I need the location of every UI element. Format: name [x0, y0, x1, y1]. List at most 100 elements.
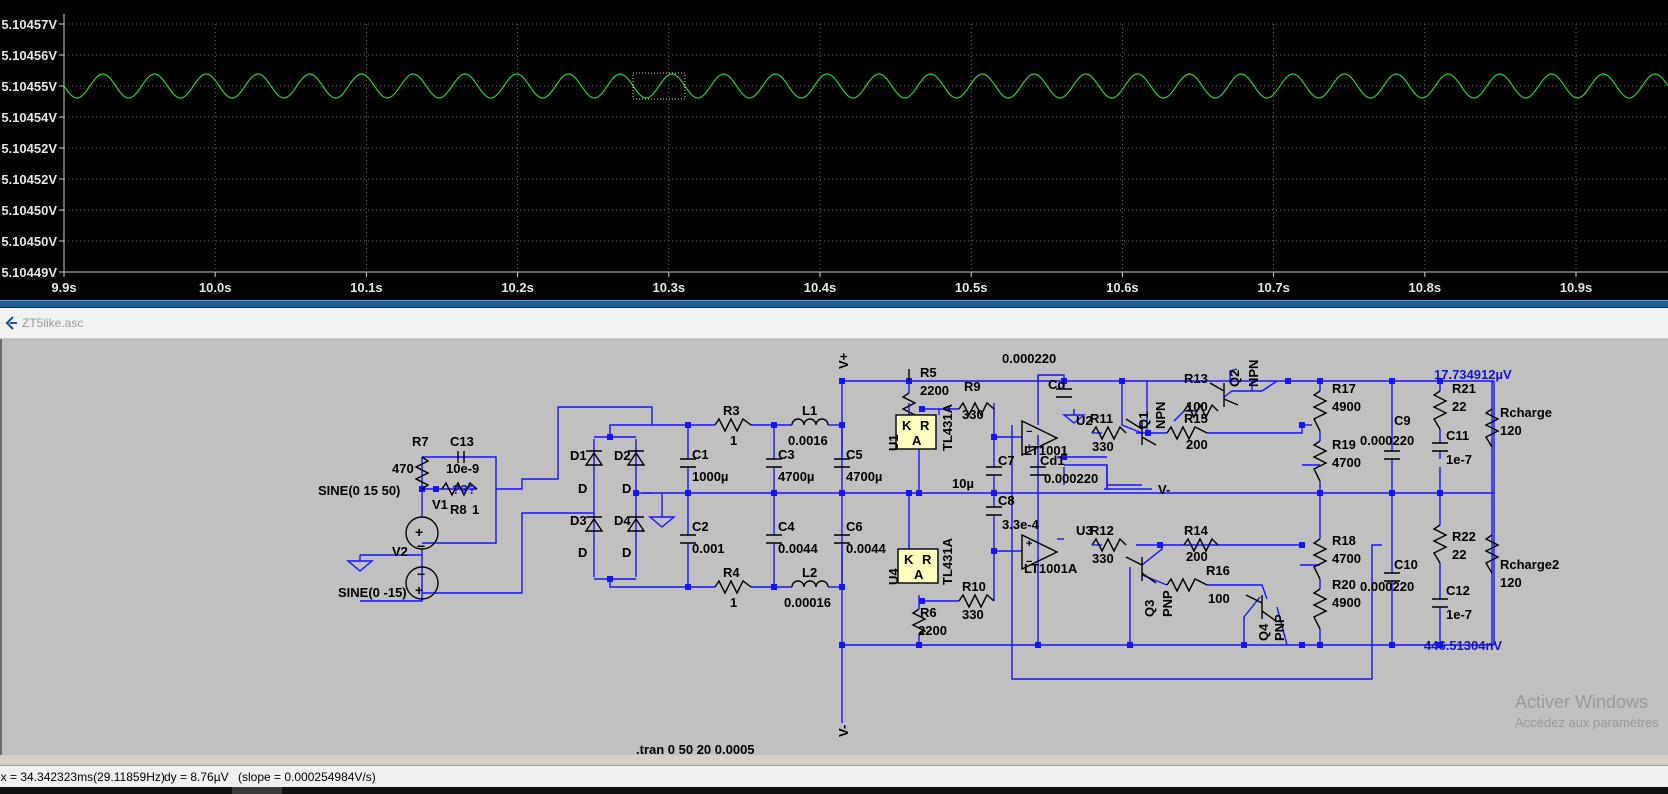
svg-text:R: R — [920, 418, 930, 433]
waveform-plot[interactable]: 5.10457V 5.10456V 5.10455V 5.10454V 5.10452V… — [0, 0, 1668, 300]
svg-text:0.001: 0.001 — [692, 541, 725, 556]
x-tick-label: 10.1s — [350, 280, 383, 295]
r20-resistor-symbol[interactable] — [1312, 588, 1328, 630]
svg-text:R4: R4 — [723, 565, 740, 580]
svg-text:K: K — [904, 552, 914, 567]
svg-text:1e-7: 1e-7 — [1446, 452, 1472, 467]
u1-tl431-block[interactable]: K R A — [895, 414, 937, 450]
svg-text:200: 200 — [1186, 549, 1208, 564]
l1-inductor-symbol[interactable] — [791, 418, 829, 426]
svg-text:120: 120 — [1500, 575, 1522, 590]
svg-text:10e-9: 10e-9 — [446, 461, 479, 476]
svg-text:330: 330 — [1092, 551, 1114, 566]
svg-text:R15: R15 — [1184, 411, 1208, 426]
r3-resistor-symbol[interactable] — [714, 417, 752, 433]
pane-splitter[interactable] — [0, 300, 1668, 308]
svg-text:0.0044: 0.0044 — [778, 541, 819, 556]
svg-text:U1: U1 — [886, 434, 901, 451]
r10-resistor-symbol[interactable] — [958, 593, 995, 609]
u4-tl431-block[interactable]: K R A — [897, 548, 939, 584]
svg-text:0.0016: 0.0016 — [788, 433, 828, 448]
schematic-canvas[interactable]: + − − + K R A K R A − + + − R7 470 C13 1… — [0, 339, 1668, 755]
svg-text:4700µ: 4700µ — [778, 469, 814, 484]
c9-capacitor-symbol[interactable] — [1384, 450, 1400, 460]
svg-text:R10: R10 — [962, 579, 986, 594]
c12-capacitor-symbol[interactable] — [1432, 598, 1448, 608]
svg-text:R18: R18 — [1332, 533, 1356, 548]
svg-text:C5: C5 — [846, 447, 863, 462]
svg-text:−: − — [417, 566, 425, 582]
svg-text:D4: D4 — [614, 513, 631, 528]
r18-resistor-symbol[interactable] — [1312, 538, 1328, 580]
svg-text:NPN: NPN — [1153, 402, 1168, 429]
svg-text:22: 22 — [1452, 399, 1466, 414]
svg-text:0.00016: 0.00016 — [784, 595, 831, 610]
svg-text:LT1001A: LT1001A — [1024, 561, 1078, 576]
status-slope: (slope = 0.000254984V/s) — [238, 770, 376, 784]
svg-text:1000µ: 1000µ — [692, 469, 728, 484]
probe-value-top: 17.734912µV — [1434, 367, 1512, 382]
watermark-line-2: Accédez aux paramètres — [1515, 715, 1659, 730]
svg-text:R9: R9 — [964, 379, 981, 394]
c11-capacitor-symbol[interactable] — [1432, 442, 1448, 452]
ground-icon — [648, 493, 676, 528]
x-tick-label: 10.6s — [1106, 280, 1139, 295]
schematic-svg[interactable]: + − − + K R A K R A − + + − R7 470 C13 1… — [2, 339, 1668, 755]
y-tick-label: 5.10454V — [1, 110, 57, 125]
svg-text:470: 470 — [392, 461, 414, 476]
svg-text:10µ: 10µ — [952, 476, 974, 491]
svg-text:200: 200 — [1186, 437, 1208, 452]
svg-text:V+: V+ — [836, 352, 851, 369]
svg-text:SINE(0 -15): SINE(0 -15) — [338, 585, 407, 600]
svg-text:Cd: Cd — [1048, 377, 1065, 392]
watermark-line-1: Activer Windows — [1515, 692, 1649, 712]
voltage-source-icon[interactable]: + − — [405, 516, 439, 554]
ltspice-schematic-icon — [5, 316, 17, 330]
svg-text:R20: R20 — [1332, 577, 1356, 592]
r17-resistor-symbol[interactable] — [1312, 390, 1328, 432]
svg-text:PNP: PNP — [1272, 614, 1287, 641]
taskbar-button[interactable] — [232, 787, 282, 794]
svg-text:C4: C4 — [778, 519, 795, 534]
svg-text:C12: C12 — [1446, 583, 1470, 598]
svg-text:1: 1 — [730, 433, 737, 448]
svg-text:R17: R17 — [1332, 381, 1356, 396]
svg-text:0.000220: 0.000220 — [1044, 471, 1098, 486]
y-tick-label: 5.10452V — [1, 141, 57, 156]
svg-text:D: D — [578, 545, 587, 560]
svg-text:2200: 2200 — [918, 623, 947, 638]
r21-resistor-symbol[interactable] — [1432, 390, 1448, 430]
x-tick-label: 10.4s — [804, 280, 837, 295]
x-tick-label: 10.8s — [1409, 280, 1442, 295]
r4-resistor-symbol[interactable] — [714, 579, 752, 595]
x-tick-label: 10.5s — [955, 280, 988, 295]
status-dx: dx = 34.342323ms(29.11859Hz) — [0, 770, 165, 784]
svg-text:0.0044: 0.0044 — [846, 541, 887, 556]
probe-value-bottom: 446.51304nV — [1424, 638, 1502, 653]
svg-text:−: − — [417, 538, 425, 554]
taskbar-strip — [0, 787, 1668, 794]
svg-text:C13: C13 — [450, 434, 474, 449]
svg-text:R22: R22 — [1452, 529, 1476, 544]
r22-resistor-symbol[interactable] — [1432, 524, 1448, 564]
svg-text:R11: R11 — [1090, 411, 1113, 426]
svg-text:SINE(0 15 50): SINE(0 15 50) — [318, 483, 400, 498]
waveform-svg[interactable]: 5.10457V 5.10456V 5.10455V 5.10454V 5.10452V… — [0, 0, 1668, 300]
windows-activation-watermark: Activer Windows Accédez aux paramètres — [1515, 692, 1659, 730]
voltage-source-icon[interactable]: − + — [405, 566, 439, 600]
svg-text:D: D — [578, 481, 587, 496]
svg-text:+: + — [415, 582, 423, 598]
r5-resistor-symbol[interactable] — [901, 369, 917, 420]
svg-text:R19: R19 — [1332, 437, 1356, 452]
svg-text:4900: 4900 — [1332, 399, 1361, 414]
svg-text:C1: C1 — [692, 447, 709, 462]
svg-text:4900: 4900 — [1332, 595, 1361, 610]
r19-resistor-symbol[interactable] — [1312, 440, 1328, 482]
svg-text:330: 330 — [1092, 439, 1114, 454]
svg-text:4700: 4700 — [1332, 455, 1361, 470]
svg-text:L2: L2 — [802, 565, 817, 580]
schematic-window-titlebar[interactable]: ZT5like.asc — [0, 308, 1668, 339]
r16-resistor-symbol[interactable] — [1166, 577, 1208, 593]
svg-text:Q2: Q2 — [1227, 370, 1242, 387]
l2-inductor-symbol[interactable] — [791, 580, 829, 588]
